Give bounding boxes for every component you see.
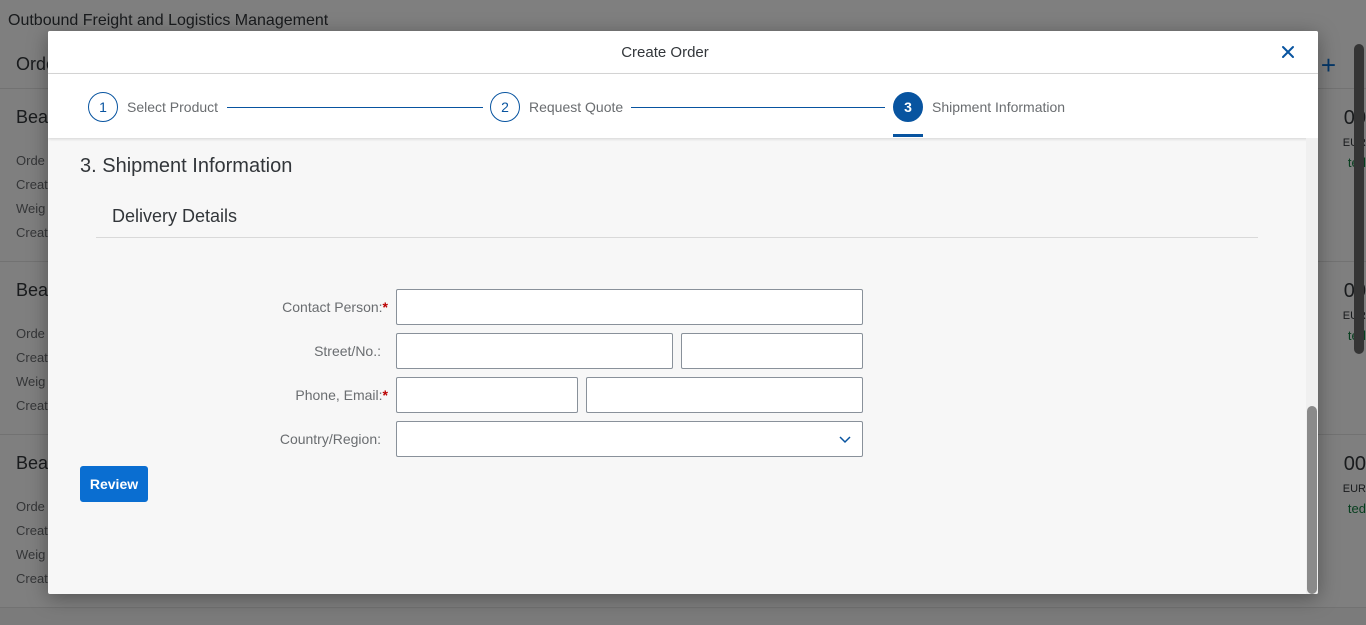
- step-connector: [227, 107, 483, 108]
- section-title: 3. Shipment Information: [80, 155, 293, 177]
- step-label: Shipment Information: [932, 99, 1066, 115]
- wizard-progress-bar: 1 Select Product 2 Request Quote 3 Shipm…: [48, 74, 1318, 138]
- step-number: 1: [88, 92, 118, 122]
- subsection-title: Delivery Details: [112, 206, 238, 226]
- step-number: 2: [490, 92, 520, 122]
- step-connector: [631, 107, 885, 108]
- close-button[interactable]: [1276, 40, 1300, 64]
- step-label: Select Product: [127, 99, 219, 115]
- contact-person-input[interactable]: [396, 289, 863, 325]
- country-region-select[interactable]: [396, 421, 863, 457]
- phone-email-label: Phone, Email:*: [295, 387, 388, 403]
- contact-person-label: Contact Person:*: [282, 299, 388, 315]
- required-marker: *: [382, 387, 388, 403]
- dialog-header: Create Order: [48, 31, 1318, 74]
- step-label: Request Quote: [529, 99, 624, 115]
- review-button[interactable]: Review: [80, 466, 148, 502]
- dialog-content: 3. Shipment Information Delivery Details…: [48, 138, 1306, 594]
- required-marker: *: [382, 299, 388, 315]
- street-number-input[interactable]: [681, 333, 863, 369]
- create-order-dialog: Create Order 1 Select Product 2 Request …: [48, 31, 1318, 594]
- country-region-label: Country/Region:: [279, 431, 381, 447]
- chevron-down-icon: [839, 436, 851, 444]
- email-input[interactable]: [586, 377, 863, 413]
- dialog-title: Create Order: [621, 44, 709, 61]
- close-icon: [1282, 46, 1294, 58]
- dialog-scrollbar[interactable]: [1307, 406, 1317, 594]
- section-divider: [96, 237, 1258, 238]
- street-label: Street/No.:: [314, 343, 381, 359]
- street-input[interactable]: [396, 333, 673, 369]
- wizard-step-select-product[interactable]: 1 Select Product: [88, 91, 218, 123]
- phone-input[interactable]: [396, 377, 578, 413]
- wizard-step-request-quote[interactable]: 2 Request Quote: [490, 91, 623, 123]
- active-step-indicator: [893, 134, 923, 137]
- step-number: 3: [893, 92, 923, 122]
- wizard-step-shipment-information[interactable]: 3 Shipment Information: [893, 91, 1065, 123]
